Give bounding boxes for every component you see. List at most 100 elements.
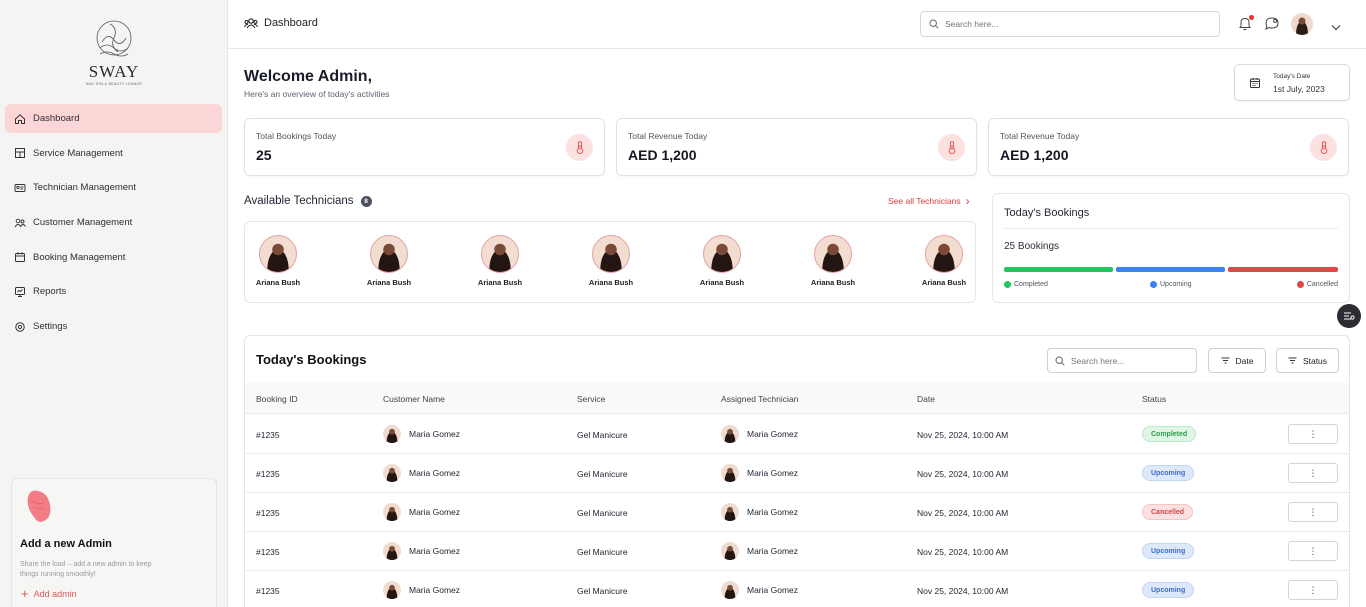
row-actions-button[interactable]: ⋮ <box>1288 463 1338 483</box>
column-header[interactable]: Service <box>577 394 605 404</box>
status-filter-button[interactable]: Status <box>1276 348 1339 373</box>
search-icon <box>929 19 939 29</box>
row-actions-button[interactable]: ⋮ <box>1288 541 1338 561</box>
welcome-subtitle: Here's an overview of today's activities <box>244 89 390 99</box>
avatar-image-icon <box>724 467 736 482</box>
stat-label: Total Revenue Today <box>1000 131 1080 141</box>
add-admin-card: Add a new Admin Share the load – add a n… <box>11 478 217 607</box>
filter-icon <box>1221 357 1230 364</box>
stat-label: Total Revenue Today <box>628 131 708 141</box>
date-filter-button[interactable]: Date <box>1208 348 1266 373</box>
customer-avatar <box>383 542 401 560</box>
legend-label: Upcoming <box>1160 281 1192 288</box>
status-filter-label: Status <box>1302 355 1328 366</box>
messages-button[interactable] <box>1264 15 1281 36</box>
table-row[interactable]: #1235 Maria Gomez Gel Manicure Maria Gomez N… <box>245 415 1349 454</box>
see-all-technicians-link[interactable]: See all Technicians › <box>888 195 970 207</box>
technician-avatar <box>370 235 408 273</box>
chat-icon <box>1265 17 1279 30</box>
add-admin-button[interactable]: + Add admin <box>21 587 77 600</box>
service-name: Gel Manicure <box>577 508 628 518</box>
notifications-button[interactable] <box>1238 15 1254 36</box>
technician-avatar <box>721 503 739 521</box>
technician-cell: Maria Gomez <box>721 425 798 443</box>
user-avatar[interactable] <box>1291 13 1313 35</box>
booking-progress-segment <box>1228 267 1338 272</box>
thermometer-icon <box>1310 134 1337 161</box>
table-row[interactable]: #1235 Maria Gomez Gel Manicure Maria Gomez N… <box>245 571 1349 607</box>
today-date-label: Today's Date <box>1273 73 1311 80</box>
table-row[interactable]: #1235 Maria Gomez Gel Manicure Maria Gomez N… <box>245 454 1349 493</box>
customer-name: Maria Gomez <box>409 429 461 439</box>
booking-id: #1235 <box>256 430 280 440</box>
floating-filter-button[interactable] <box>1337 304 1361 328</box>
sidebar-item-technician-management[interactable]: Technician Management <box>5 173 222 202</box>
table-search-input[interactable] <box>1071 355 1181 366</box>
booking-progress-segment <box>1116 267 1226 272</box>
search-icon <box>1055 355 1065 366</box>
sidebar-item-label: Settings <box>33 321 68 333</box>
sidebar-item-reports[interactable]: Reports <box>5 277 222 306</box>
legend-label: Completed <box>1014 281 1048 288</box>
table-row[interactable]: #1235 Maria Gomez Gel Manicure Maria Gomez N… <box>245 532 1349 571</box>
customer-cell: Maria Gomez <box>383 425 460 443</box>
today-date-value: 1st July, 2023 <box>1273 84 1325 94</box>
column-header[interactable]: Date <box>917 394 935 404</box>
technician-item[interactable]: Ariana Bush <box>579 235 643 287</box>
row-actions-button[interactable]: ⋮ <box>1288 502 1338 522</box>
filter-icon <box>1288 357 1297 364</box>
global-search-input[interactable] <box>945 19 1185 29</box>
column-header[interactable]: Customer Name <box>383 394 445 404</box>
booking-date: Nov 25, 2024, 10:00 AM <box>917 508 1009 518</box>
today-date-box[interactable]: Today's Date 1st July, 2023 <box>1234 64 1350 101</box>
avatar-image-icon <box>386 467 398 482</box>
technician-name: Ariana Bush <box>699 278 745 287</box>
technician-item[interactable]: Ariana Bush <box>468 235 532 287</box>
avatar-image-icon <box>1296 17 1308 35</box>
gear-icon <box>13 320 26 333</box>
sidebar-item-settings[interactable]: Settings <box>5 312 222 341</box>
sidebar-item-booking-management[interactable]: Booking Management <box>5 243 222 272</box>
technician-item[interactable]: Ariana Bush <box>801 235 865 287</box>
column-header[interactable]: Booking ID <box>256 394 298 404</box>
technician-name: Ariana Bush <box>921 278 967 287</box>
date-filter-label: Date <box>1235 355 1254 366</box>
technician-item[interactable]: Ariana Bush <box>690 235 754 287</box>
avatar-image-icon <box>724 584 736 599</box>
technician-item[interactable]: Ariana Bush <box>912 235 976 287</box>
technician-name: Maria Gomez <box>747 585 799 595</box>
customer-avatar <box>383 503 401 521</box>
thermometer-icon <box>938 134 965 161</box>
technician-item[interactable]: Ariana Bush <box>246 235 310 287</box>
global-search[interactable] <box>920 11 1220 37</box>
account-menu-toggle[interactable] <box>1331 18 1341 36</box>
add-admin-title: Add a new Admin <box>20 538 112 550</box>
technicians-title: Available Technicians <box>244 195 354 207</box>
technicians-count-badge: 8 <box>360 195 372 207</box>
row-actions-button[interactable]: ⋮ <box>1288 424 1338 444</box>
sidebar-item-service-management[interactable]: Service Management <box>5 139 222 168</box>
avatar-image-icon <box>386 428 398 443</box>
booking-date: Nov 25, 2024, 10:00 AM <box>917 430 1009 440</box>
table-search[interactable] <box>1047 348 1197 373</box>
legend-item: Completed <box>1004 281 1048 288</box>
legend-item: Cancelled <box>1296 281 1338 288</box>
avatar-image-icon <box>933 243 955 272</box>
column-header[interactable]: Status <box>1142 394 1166 404</box>
brand-logo[interactable]: SWAY NAIL SPA & BEAUTY LOUNGE <box>84 18 144 90</box>
column-header[interactable]: Assigned Technician <box>721 394 798 404</box>
technician-item[interactable]: Ariana Bush <box>357 235 421 287</box>
sidebar-item-customer-management[interactable]: Customer Management <box>5 208 222 237</box>
list-settings-icon <box>1344 312 1355 320</box>
see-all-label: See all Technicians <box>888 196 961 206</box>
add-admin-label: Add admin <box>33 589 77 599</box>
report-icon <box>13 285 26 298</box>
stat-value: 25 <box>256 147 272 163</box>
sidebar-item-dashboard[interactable]: Dashboard <box>5 104 222 133</box>
row-actions-button[interactable]: ⋮ <box>1288 580 1338 600</box>
table-row[interactable]: #1235 Maria Gomez Gel Manicure Maria Gomez N… <box>245 493 1349 532</box>
dashboard-users-icon <box>244 18 258 29</box>
id-card-icon <box>13 181 26 194</box>
sidebar-item-label: Customer Management <box>33 217 133 229</box>
customer-avatar <box>383 425 401 443</box>
